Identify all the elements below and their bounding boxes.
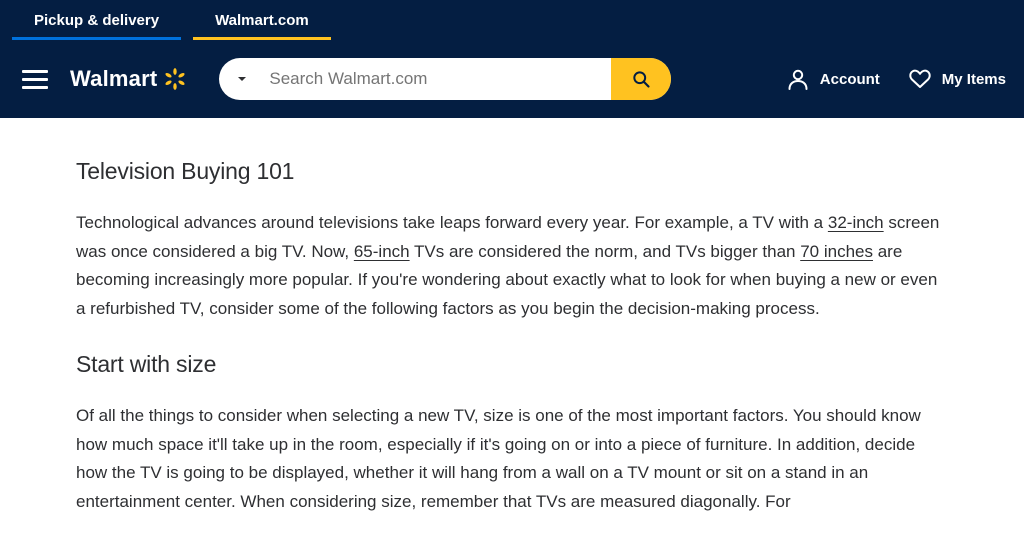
paragraph: Technological advances around television… xyxy=(76,209,948,323)
search-button[interactable] xyxy=(611,58,671,100)
spark-icon xyxy=(163,67,187,91)
walmart-logo[interactable]: Walmart xyxy=(70,66,187,92)
section-heading: Television Buying 101 xyxy=(76,158,948,185)
menu-button[interactable] xyxy=(22,70,48,89)
right-nav: Account My Items xyxy=(786,67,1006,91)
search-category-dropdown[interactable] xyxy=(219,58,265,100)
section-heading: Start with size xyxy=(76,351,948,378)
account-icon xyxy=(786,67,810,91)
link-70-inches[interactable]: 70 inches xyxy=(800,242,873,261)
paragraph: Of all the things to consider when selec… xyxy=(76,402,948,516)
account-link[interactable]: Account xyxy=(786,67,880,91)
brand-text: Walmart xyxy=(70,66,157,92)
global-header: Walmart xyxy=(0,40,1024,118)
tab-walmart-dotcom[interactable]: Walmart.com xyxy=(187,0,337,40)
my-items-link[interactable]: My Items xyxy=(908,67,1006,91)
search-icon xyxy=(631,69,651,89)
my-items-label: My Items xyxy=(942,71,1006,88)
heart-icon xyxy=(908,67,932,91)
link-65-inch[interactable]: 65-inch xyxy=(354,242,410,261)
account-label: Account xyxy=(820,71,880,88)
tab-pickup-delivery[interactable]: Pickup & delivery xyxy=(6,0,187,40)
search-input[interactable] xyxy=(265,69,611,89)
link-32-inch[interactable]: 32-inch xyxy=(828,213,884,232)
tab-label: Pickup & delivery xyxy=(34,12,159,29)
article-body: Television Buying 101 Technological adva… xyxy=(72,118,952,516)
search-bar xyxy=(219,58,671,100)
chevron-down-icon xyxy=(236,73,248,85)
tab-label: Walmart.com xyxy=(215,12,309,29)
site-tabs: Pickup & delivery Walmart.com xyxy=(0,0,1024,40)
